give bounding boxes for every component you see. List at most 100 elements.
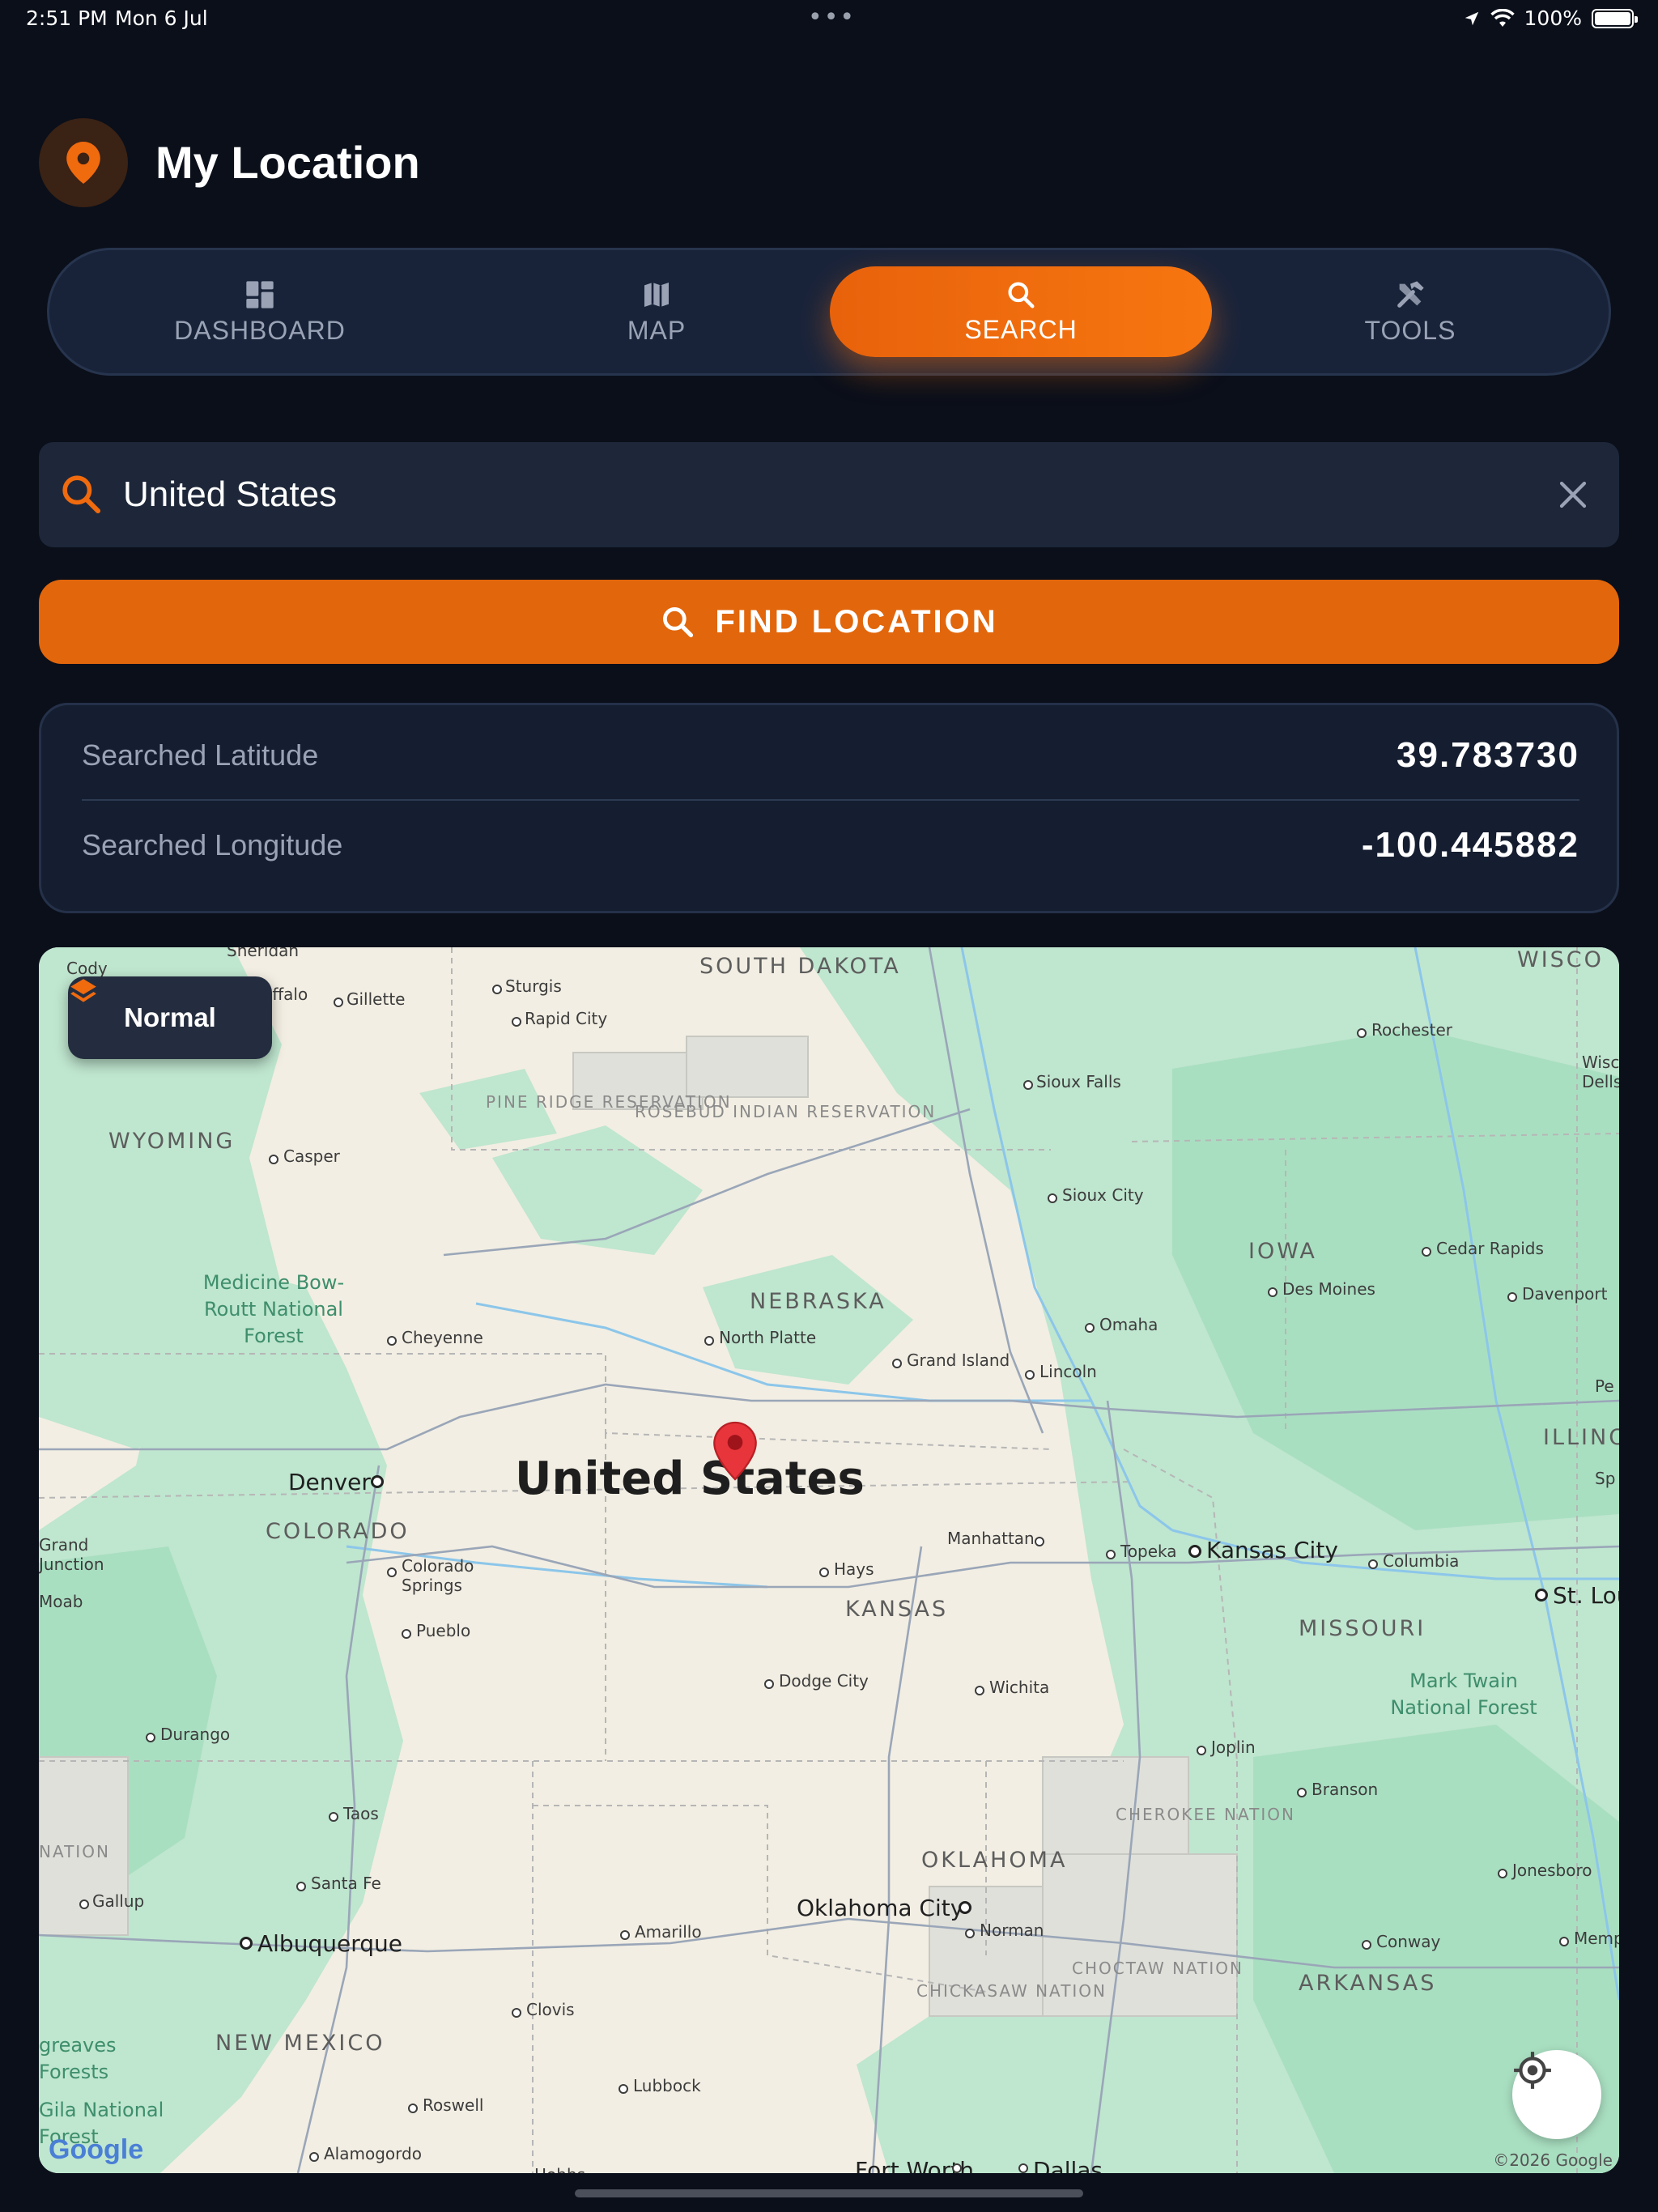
- find-location-button[interactable]: FIND LOCATION: [39, 580, 1619, 664]
- city-dot: [387, 1568, 397, 1577]
- city-dot: [1085, 1323, 1095, 1333]
- map-label-albuquerque: Albuquerque: [257, 1930, 402, 1957]
- search-icon: [1008, 281, 1035, 308]
- city-dot: [619, 2084, 628, 2094]
- map-label-lubbock: Lubbock: [633, 2076, 701, 2095]
- tab-tools[interactable]: TOOLS: [1212, 250, 1609, 373]
- city-dot: [1297, 1788, 1307, 1797]
- city-dot: [512, 2008, 521, 2018]
- map-label-north-platte: North Platte: [719, 1328, 817, 1347]
- city-dot: [1023, 1080, 1033, 1090]
- tools-icon: [1397, 280, 1424, 308]
- latitude-value: 39.783730: [1397, 735, 1579, 775]
- search-input[interactable]: [123, 458, 1499, 531]
- latitude-row: Searched Latitude 39.783730: [82, 712, 1579, 801]
- map-label-durango: Durango: [160, 1725, 231, 1744]
- tab-map[interactable]: MAP: [470, 250, 843, 373]
- my-location-button[interactable]: [1512, 2050, 1601, 2139]
- map-label-cherokee: CHEROKEE NATION: [1116, 1805, 1295, 1824]
- clear-button[interactable]: [1551, 473, 1595, 517]
- city-dot: [1559, 1937, 1569, 1946]
- city-dot: [1025, 1370, 1035, 1380]
- map-label-dallas: Dallas: [1033, 2157, 1103, 2173]
- search-field: [39, 442, 1619, 547]
- map-view[interactable]: SOUTH DAKOTA WYOMING NEBRASKA IOWA COLOR…: [39, 947, 1619, 2173]
- map-label-topeka: Topeka: [1120, 1542, 1177, 1561]
- city-dot: [146, 1733, 155, 1742]
- city-dot: [492, 985, 502, 994]
- map-label-country: United States: [515, 1453, 865, 1505]
- map-label-hobbs: Hobbs: [534, 2165, 585, 2173]
- map-label-denver: Denver: [288, 1469, 371, 1495]
- city-dot: [1368, 1559, 1378, 1569]
- map-label-sioux-city: Sioux City: [1062, 1185, 1144, 1205]
- find-location-label: FIND LOCATION: [715, 603, 998, 640]
- map-label-rochester: Rochester: [1371, 1020, 1452, 1040]
- page-title: My Location: [155, 137, 420, 188]
- map-label-nebraska: NEBRASKA: [750, 1289, 886, 1314]
- map-label-wyoming: WYOMING: [108, 1129, 236, 1154]
- map-label-sturgis: Sturgis: [505, 976, 562, 996]
- tab-label: MAP: [627, 315, 687, 345]
- city-dot: [1197, 1746, 1206, 1755]
- coordinates-card: Searched Latitude 39.783730 Searched Lon…: [39, 703, 1619, 913]
- map-label-grand-island: Grand Island: [907, 1351, 1010, 1370]
- map-label-springfield: Sp: [1595, 1469, 1616, 1488]
- city-dot: [512, 1017, 521, 1027]
- city-dot: [1035, 1537, 1044, 1546]
- map-label-wichita: Wichita: [989, 1678, 1050, 1697]
- map-label-medicine-bow: Medicine Bow-Routt National Forest: [202, 1271, 345, 1347]
- tab-search[interactable]: SEARCH: [830, 266, 1212, 357]
- map-label-illinois: ILLINO: [1543, 1425, 1619, 1450]
- city-dot: [1498, 1869, 1507, 1878]
- map-label-cheyenne: Cheyenne: [402, 1328, 483, 1347]
- city-dot: [952, 2163, 962, 2173]
- map-type-button[interactable]: Normal: [68, 976, 272, 1059]
- map-label-pine-ridge: PINE RIDGE RESERVATION: [486, 1092, 732, 1112]
- city-dot: [269, 1155, 278, 1164]
- map-label-st-louis: St. Lou: [1553, 1582, 1619, 1609]
- map-label-wisconsin: WISCO: [1517, 947, 1604, 972]
- map-label-dodge-city: Dodge City: [779, 1671, 869, 1691]
- map-label-colorado-springs: Colorado Springs: [402, 1556, 474, 1595]
- map-label-mark-twain: Mark Twain National Forest: [1390, 1670, 1537, 1719]
- home-indicator[interactable]: [575, 2189, 1083, 2197]
- city-dot: [764, 1679, 774, 1689]
- map-label-wisconsin-dells: Wisc Dells: [1582, 1053, 1619, 1091]
- latitude-label: Searched Latitude: [82, 738, 319, 772]
- city-dot: [296, 1882, 306, 1891]
- map-icon: [644, 282, 669, 307]
- city-dot: [1535, 1589, 1548, 1602]
- map-label-moab: Moab: [39, 1592, 83, 1611]
- location-arrow-icon: [1465, 11, 1478, 25]
- city-dot: [892, 1359, 902, 1368]
- map-label-arkansas: ARKANSAS: [1299, 1971, 1437, 1996]
- app-logo: [39, 118, 128, 207]
- map-label-colorado: COLORADO: [266, 1519, 410, 1544]
- multitasking-dots-icon[interactable]: •••: [808, 3, 856, 32]
- map-label-grand-junction: Grand Junction: [39, 1535, 104, 1574]
- city-dot: [1188, 1545, 1201, 1558]
- city-dot: [329, 1812, 338, 1822]
- city-dot: [240, 1937, 253, 1950]
- city-dot: [1422, 1247, 1431, 1257]
- map-type-label: Normal: [124, 1002, 216, 1032]
- longitude-label: Searched Longitude: [82, 828, 343, 861]
- map-label-sioux-falls: Sioux Falls: [1036, 1072, 1121, 1091]
- map-label-gallup: Gallup: [92, 1891, 145, 1911]
- map-label-lincoln: Lincoln: [1039, 1362, 1097, 1381]
- map-marker-icon[interactable]: [712, 1420, 758, 1482]
- map-label-santa-fe: Santa Fe: [311, 1874, 381, 1893]
- tab-label: DASHBOARD: [174, 315, 346, 345]
- map-label-missouri: MISSOURI: [1299, 1616, 1426, 1641]
- grid-icon: [246, 280, 274, 308]
- map-label-greaves: greaves Forests: [39, 2034, 117, 2083]
- city-dot: [309, 2152, 319, 2162]
- tab-dashboard[interactable]: DASHBOARD: [49, 250, 470, 373]
- city-dot: [371, 1475, 384, 1488]
- status-indicators: 100%: [1463, 6, 1638, 30]
- map-label-new-mexico: NEW MEXICO: [215, 2031, 385, 2056]
- map-label-oklahoma-city: Oklahoma City: [797, 1895, 964, 1921]
- map-label-norman: Norman: [980, 1921, 1044, 1940]
- city-dot: [1018, 2163, 1028, 2173]
